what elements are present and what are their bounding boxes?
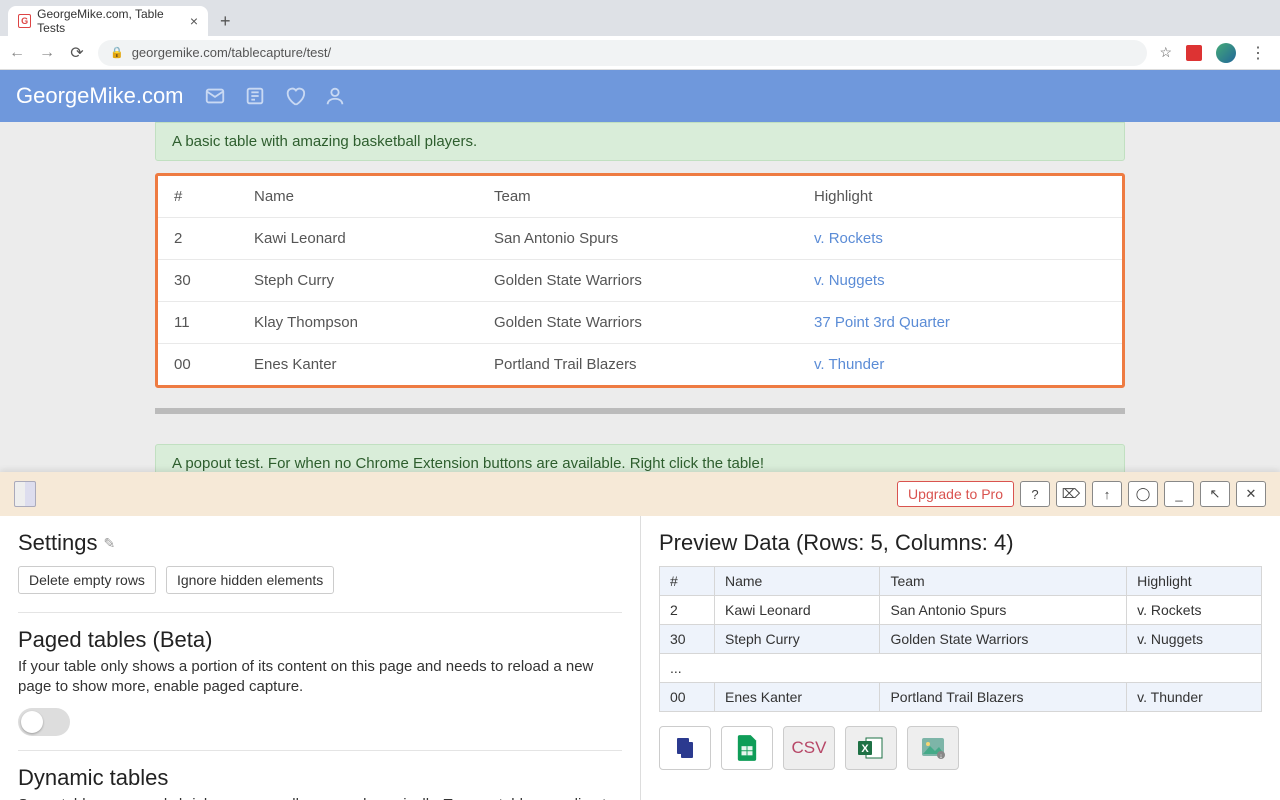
browser-chrome: G GeorgeMike.com, Table Tests × + ← → ⟳ … <box>0 0 1280 70</box>
minimize-button[interactable]: _ <box>1164 481 1194 507</box>
ignore-hidden-elements-button[interactable]: Ignore hidden elements <box>166 566 334 594</box>
star-icon[interactable]: ☆ <box>1159 44 1172 61</box>
settings-pane: Settings ✎ Delete empty rows Ignore hidd… <box>0 516 640 800</box>
tab-title: GeorgeMike.com, Table Tests <box>37 7 184 35</box>
col-highlight: Highlight <box>798 176 1122 218</box>
settings-title: Settings ✎ <box>18 530 622 556</box>
preview-title: Preview Data (Rows: 5, Columns: 4) <box>659 530 1262 556</box>
dynamic-tables-title: Dynamic tables <box>18 765 622 791</box>
table-row: 00Enes KanterPortland Trail Blazersv. Th… <box>158 344 1122 386</box>
highlight-link[interactable]: 37 Point 3rd Quarter <box>814 314 950 331</box>
site-title[interactable]: GeorgeMike.com <box>16 83 184 109</box>
extension-logo-icon[interactable] <box>14 481 36 507</box>
forward-button: → <box>38 44 56 62</box>
paged-tables-title: Paged tables (Beta) <box>18 627 622 653</box>
upgrade-button[interactable]: Upgrade to Pro <box>897 481 1014 507</box>
profile-avatar[interactable] <box>1216 43 1236 63</box>
site-header: GeorgeMike.com <box>0 70 1280 122</box>
edit-icon[interactable]: ✎ <box>104 535 116 552</box>
close-button[interactable]: ✕ <box>1236 481 1266 507</box>
players-table: # Name Team Highlight 2Kawi LeonardSan A… <box>158 176 1122 385</box>
banner-basic-table: A basic table with amazing basketball pl… <box>155 122 1125 161</box>
col-name: Name <box>238 176 478 218</box>
section-divider <box>155 408 1125 414</box>
table-header-row: # Name Team Highlight <box>158 176 1122 218</box>
paged-tables-desc: If your table only shows a portion of it… <box>18 657 622 698</box>
highlight-link[interactable]: v. Nuggets <box>814 272 885 289</box>
dynamic-tables-desc: Some tables grow and shrink as you scrol… <box>18 795 622 800</box>
help-button[interactable]: ? <box>1020 481 1050 507</box>
highlight-link[interactable]: v. Rockets <box>814 230 883 247</box>
menu-icon[interactable]: ⋮ <box>1250 43 1266 63</box>
mail-icon[interactable] <box>204 85 226 107</box>
preview-row: 30Steph CurryGolden State Warriorsv. Nug… <box>660 625 1262 654</box>
page-content: A basic table with amazing basketball pl… <box>0 122 1280 472</box>
back-button[interactable]: ← <box>8 44 26 62</box>
preview-pane: Preview Data (Rows: 5, Columns: 4) # Nam… <box>640 516 1280 800</box>
extension-panel: Upgrade to Pro ? ⌦ ↑ ◯ _ ↖ ✕ Settings ✎ … <box>0 472 1280 800</box>
svg-text:↓: ↓ <box>939 753 943 759</box>
preview-table: # Name Team Highlight 2Kawi LeonardSan A… <box>659 566 1262 712</box>
favicon: G <box>18 14 31 28</box>
table-row: 2Kawi LeonardSan Antonio Spursv. Rockets <box>158 218 1122 260</box>
col-team: Team <box>478 176 798 218</box>
preview-row-ellipsis: ... <box>660 654 1262 683</box>
extension-icon[interactable] <box>1186 45 1202 61</box>
preview-row: 00Enes KanterPortland Trail Blazersv. Th… <box>660 683 1262 712</box>
svg-text:X: X <box>861 743 869 755</box>
highlight-link[interactable]: v. Thunder <box>814 356 884 373</box>
new-tab-button[interactable]: + <box>216 11 235 32</box>
export-buttons: CSV X ↓ <box>659 726 1262 770</box>
separator <box>18 612 622 613</box>
toolbar-right: ☆ ⋮ <box>1159 43 1272 63</box>
tab-bar: G GeorgeMike.com, Table Tests × + <box>0 0 1280 36</box>
circle-button[interactable]: ◯ <box>1128 481 1158 507</box>
table-row: 11Klay ThompsonGolden State Warriors37 P… <box>158 302 1122 344</box>
image-export-button[interactable]: ↓ <box>907 726 959 770</box>
google-sheets-button[interactable] <box>721 726 773 770</box>
separator <box>18 750 622 751</box>
popout-button[interactable]: ↖ <box>1200 481 1230 507</box>
preview-col-highlight: Highlight <box>1127 567 1262 596</box>
copy-button[interactable] <box>659 726 711 770</box>
address-bar[interactable]: 🔒 georgemike.com/tablecapture/test/ <box>98 40 1147 66</box>
preview-col-num: # <box>660 567 715 596</box>
preview-col-name: Name <box>715 567 880 596</box>
table-row: 30Steph CurryGolden State Warriorsv. Nug… <box>158 260 1122 302</box>
delete-empty-rows-button[interactable]: Delete empty rows <box>18 566 156 594</box>
news-icon[interactable] <box>244 85 266 107</box>
preview-row: 2Kawi LeonardSan Antonio Spursv. Rockets <box>660 596 1262 625</box>
up-arrow-button[interactable]: ↑ <box>1092 481 1122 507</box>
erase-button[interactable]: ⌦ <box>1056 481 1086 507</box>
excel-export-button[interactable]: X <box>845 726 897 770</box>
browser-tab[interactable]: G GeorgeMike.com, Table Tests × <box>8 6 208 36</box>
heart-icon[interactable] <box>284 85 306 107</box>
url-text: georgemike.com/tablecapture/test/ <box>132 45 331 60</box>
user-icon[interactable] <box>324 85 346 107</box>
paged-capture-toggle[interactable] <box>18 708 70 736</box>
reload-button[interactable]: ⟳ <box>68 43 86 63</box>
lock-icon: 🔒 <box>110 46 124 59</box>
col-num: # <box>158 176 238 218</box>
preview-col-team: Team <box>880 567 1127 596</box>
banner-popout-test: A popout test. For when no Chrome Extens… <box>155 444 1125 472</box>
extension-toolbar: Upgrade to Pro ? ⌦ ↑ ◯ _ ↖ ✕ <box>0 472 1280 516</box>
site-nav-icons <box>204 85 346 107</box>
highlighted-table: # Name Team Highlight 2Kawi LeonardSan A… <box>155 173 1125 388</box>
browser-toolbar: ← → ⟳ 🔒 georgemike.com/tablecapture/test… <box>0 36 1280 70</box>
csv-export-button[interactable]: CSV <box>783 726 835 770</box>
tab-close-icon[interactable]: × <box>190 13 198 29</box>
